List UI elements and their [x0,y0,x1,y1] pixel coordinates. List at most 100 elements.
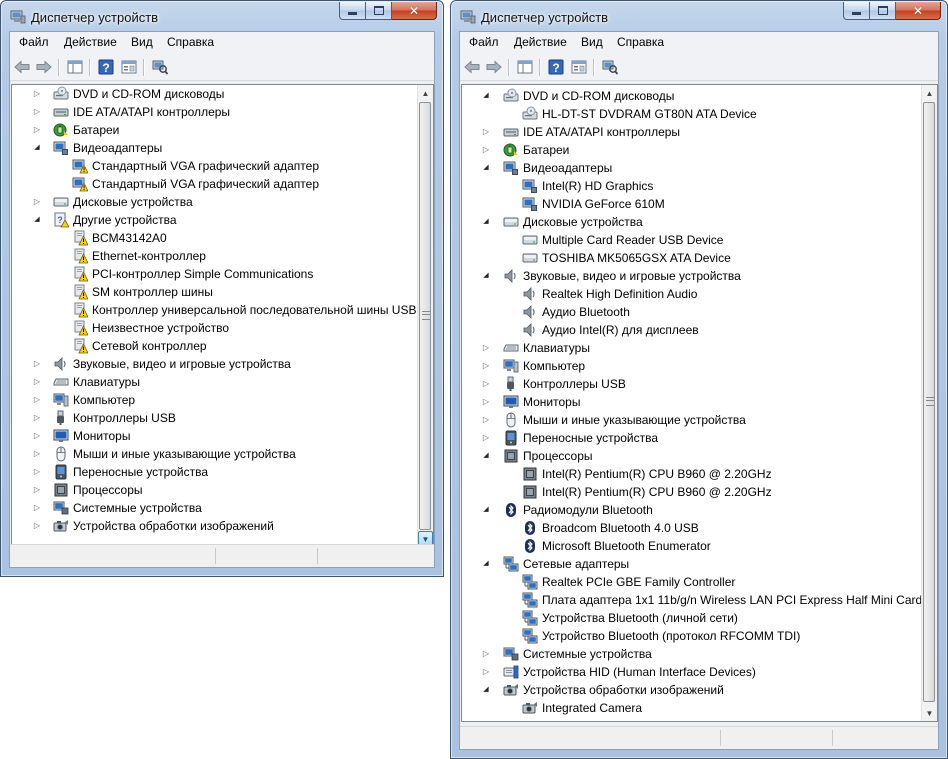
menu-action[interactable]: Действие [64,35,117,49]
menu-action[interactable]: Действие [514,35,567,49]
collapse-arrow-icon[interactable]: ◢ [33,143,41,153]
tree-node[interactable]: ◢ Процессоры [462,447,937,465]
show-hide-console-tree-button[interactable] [66,58,84,76]
maximize-button[interactable] [366,2,392,20]
menu-file[interactable]: Файл [469,35,499,49]
tree-node[interactable]: ◢ Дисковые устройства [462,213,937,231]
tree-node[interactable]: ▷ Мыши и иные указывающие устройства [462,411,937,429]
properties-button[interactable] [120,58,138,76]
tree-node[interactable]: ▷ IDE ATA/ATAPI контроллеры [462,123,937,141]
tree-node[interactable]: Стандартный VGA графический адаптер [12,157,433,175]
tree-node[interactable]: Неизвестное устройство [12,319,433,337]
scroll-down-button[interactable]: ▼ [922,705,937,721]
collapse-arrow-icon[interactable]: ◢ [482,451,490,461]
expand-arrow-icon[interactable]: ▷ [482,433,490,443]
tree-node[interactable]: ▷ Звуковые, видео и игровые устройства [12,355,433,373]
tree-node[interactable]: BCM43142A0 [12,229,433,247]
tree-node[interactable]: ▷ Клавиатуры [12,373,433,391]
tree-node[interactable]: ◢ DVD и CD-ROM дисководы [462,87,937,105]
forward-button[interactable] [485,58,503,76]
tree-node[interactable]: PCI-контроллер Simple Communications [12,265,433,283]
tree-node[interactable]: TOSHIBA MK5065GSX ATA Device [462,249,937,267]
tree-node[interactable]: Realtek High Definition Audio [462,285,937,303]
minimize-button[interactable] [339,2,366,20]
tree-node[interactable]: ▷ Переносные устройства [12,463,433,481]
title-bar[interactable]: Диспетчер устройств ✕ [1,1,443,33]
expand-arrow-icon[interactable]: ▷ [33,89,41,99]
tree-node[interactable]: HL-DT-ST DVDRAM GT80N ATA Device [462,105,937,123]
minimize-button[interactable] [843,2,870,20]
tree-node[interactable]: Broadcom Bluetooth 4.0 USB [462,519,937,537]
tree-node[interactable]: Аудио Bluetooth [462,303,937,321]
tree-node[interactable]: ▷ Клавиатуры [462,339,937,357]
tree-node[interactable]: Сетевой контроллер [12,337,433,355]
collapse-arrow-icon[interactable]: ◢ [482,217,490,227]
menu-view[interactable]: Вид [581,35,603,49]
device-tree[interactable]: Integrated Camera ◢ Устройства обработки и… [461,84,938,722]
menu-file[interactable]: Файл [19,35,49,49]
expand-arrow-icon[interactable]: ▷ [33,413,41,423]
tree-node[interactable]: Realtek PCIe GBE Family Controller [462,573,937,591]
tree-node[interactable]: ▷ Мониторы [12,427,433,445]
expand-arrow-icon[interactable]: ▷ [33,125,41,135]
expand-arrow-icon[interactable]: ▷ [482,343,490,353]
tree-node[interactable]: ▷ Компьютер [462,357,937,375]
menu-view[interactable]: Вид [131,35,153,49]
tree-node[interactable]: ◢ Видеоадаптеры [462,159,937,177]
expand-arrow-icon[interactable]: ▷ [482,397,490,407]
tree-node[interactable]: ◢ Звуковые, видео и игровые устройства [462,267,937,285]
expand-arrow-icon[interactable]: ▷ [33,431,41,441]
collapse-arrow-icon[interactable]: ◢ [33,215,41,225]
expand-arrow-icon[interactable]: ▷ [33,107,41,117]
collapse-arrow-icon[interactable]: ◢ [482,163,490,173]
expand-arrow-icon[interactable]: ▷ [33,467,41,477]
collapse-arrow-icon[interactable]: ◢ [482,559,490,569]
tree-node[interactable]: ▷ IDE ATA/ATAPI контроллеры [12,103,433,121]
properties-button[interactable] [570,58,588,76]
vertical-scrollbar[interactable]: ▲ ▼ [417,85,433,547]
collapse-arrow-icon[interactable]: ◢ [482,685,490,695]
tree-node[interactable]: ▷ Батареи [462,141,937,159]
expand-arrow-icon[interactable]: ▷ [482,415,490,425]
tree-node[interactable]: Устройство Bluetooth (протокол RFCOMM TD… [462,627,937,645]
scan-hardware-button[interactable] [151,58,169,76]
expand-arrow-icon[interactable]: ▷ [33,359,41,369]
tree-node[interactable]: ▷ Компьютер [12,391,433,409]
tree-node[interactable]: ▷ Батареи [12,121,433,139]
tree-node[interactable]: Integrated Camera [462,699,937,717]
back-button[interactable] [463,58,481,76]
collapse-arrow-icon[interactable]: ◢ [482,505,490,515]
tree-node[interactable]: ▷ Системные устройства [12,499,433,517]
tree-node[interactable]: Устройства Bluetooth (личной сети) [462,609,937,627]
tree-node[interactable]: Microsoft Bluetooth Enumerator [462,537,937,555]
expand-arrow-icon[interactable]: ▷ [33,197,41,207]
tree-node[interactable]: ◢ Сетевые адаптеры [462,555,937,573]
tree-node[interactable]: ▷ Переносные устройства [462,429,937,447]
tree-node[interactable]: Intel(R) Pentium(R) CPU B960 @ 2.20GHz [462,483,937,501]
vertical-scrollbar[interactable]: ▲ ▼ [921,85,937,721]
scroll-thumb[interactable] [923,102,935,702]
expand-arrow-icon[interactable]: ▷ [33,377,41,387]
tree-node[interactable]: ◢ Видеоадаптеры [12,139,433,157]
tree-node[interactable]: ▷ Процессоры [12,481,433,499]
scan-hardware-button[interactable] [601,58,619,76]
tree-node[interactable]: ▷ Дисковые устройства [12,193,433,211]
tree-node[interactable]: Ethernet-контроллер [12,247,433,265]
tree-node[interactable]: Intel(R) Pentium(R) CPU B960 @ 2.20GHz [462,465,937,483]
tree-node[interactable]: ◢? Другие устройства [12,211,433,229]
tree-node[interactable]: ▷ Контроллеры USB [12,409,433,427]
tree-node[interactable]: SM контроллер шины [12,283,433,301]
expand-arrow-icon[interactable]: ▷ [33,485,41,495]
help-button[interactable]: ? [97,58,115,76]
tree-node[interactable]: Стандартный VGA графический адаптер [12,175,433,193]
forward-button[interactable] [35,58,53,76]
scroll-thumb[interactable] [419,102,431,530]
close-button[interactable]: ✕ [392,2,437,20]
scroll-up-button[interactable]: ▲ [922,85,937,101]
maximize-button[interactable] [870,2,896,20]
tree-node[interactable]: ▷ DVD и CD-ROM дисководы [12,85,433,103]
tree-node[interactable]: ▷ Устройства обработки изображений [12,517,433,535]
expand-arrow-icon[interactable]: ▷ [33,521,41,531]
expand-arrow-icon[interactable]: ▷ [33,449,41,459]
menu-help[interactable]: Справка [617,35,664,49]
